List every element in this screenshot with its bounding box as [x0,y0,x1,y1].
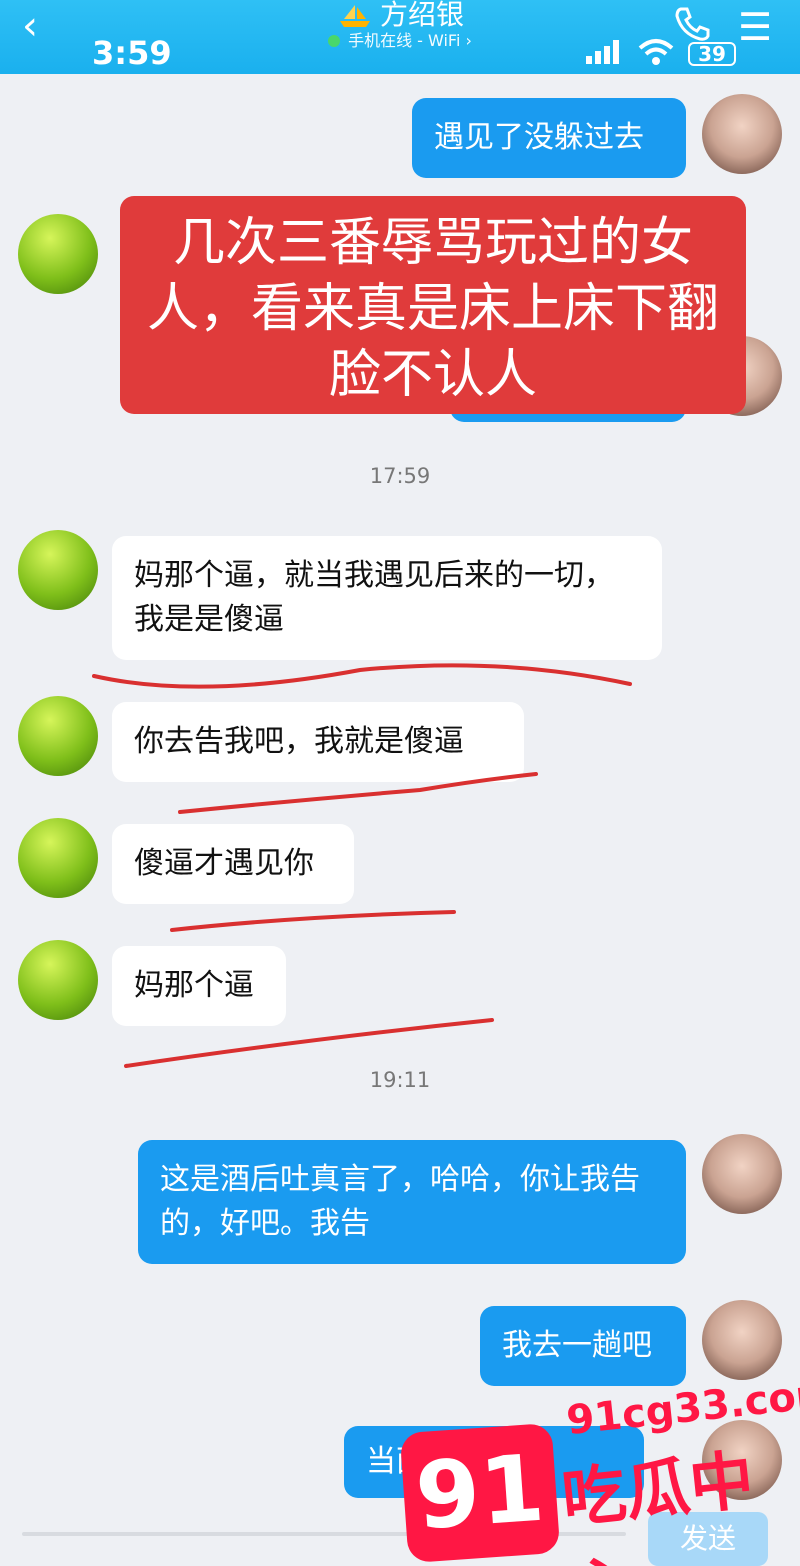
chat-header: ‹ 3:59 方绍银 手机在线 - WiFi › 39 ☰ [0,0,800,74]
watermark-logo: 91 [399,1422,561,1564]
status-chevron-icon: › [465,31,472,50]
boat-icon [339,5,370,27]
sent-message[interactable]: 遇见了没躲过去 [412,98,686,178]
watermark-label: 吃瓜中心 [558,1443,758,1566]
sent-message[interactable]: 这是酒后吐真言了，哈哈，你让我告的，好吧。我告 [138,1140,686,1264]
contact-avatar[interactable] [18,696,98,776]
hamburger-menu-icon[interactable]: ☰ [738,8,772,46]
my-avatar[interactable] [702,1134,782,1214]
contact-avatar[interactable] [18,214,98,294]
back-chevron-icon[interactable]: ‹ [22,6,38,46]
contact-avatar[interactable] [18,940,98,1020]
online-status-text: 手机在线 - WiFi [348,31,461,50]
contact-avatar[interactable] [18,818,98,898]
received-message[interactable]: 妈那个逼，就当我遇见后来的一切，我是是傻逼 [112,536,662,660]
signal-icon [586,40,619,64]
contact-name: 方绍银 [379,0,464,31]
received-message[interactable]: 你去告我吧，我就是傻逼 [112,702,524,782]
wifi-icon [638,39,674,65]
received-message[interactable]: 妈那个逼 [112,946,286,1026]
contact-avatar[interactable] [18,530,98,610]
battery-indicator: 39 [688,42,736,66]
status-clock: 3:59 [92,34,172,72]
timestamp: 19:11 [369,1068,431,1092]
timestamp: 17:59 [369,464,431,488]
overlay-caption-banner: 几次三番辱骂玩过的女人，看来真是床上床下翻脸不认人 [120,196,746,414]
received-message[interactable]: 傻逼才遇见你 [112,824,354,904]
my-avatar[interactable] [702,1300,782,1380]
phone-icon[interactable] [672,4,712,44]
sent-message[interactable]: 我去一趟吧 [480,1306,686,1386]
online-status: 手机在线 - WiFi › [300,30,500,52]
contact-title[interactable]: 方绍银 手机在线 - WiFi › [300,0,500,52]
my-avatar[interactable] [702,94,782,174]
online-dot-icon [328,35,341,47]
